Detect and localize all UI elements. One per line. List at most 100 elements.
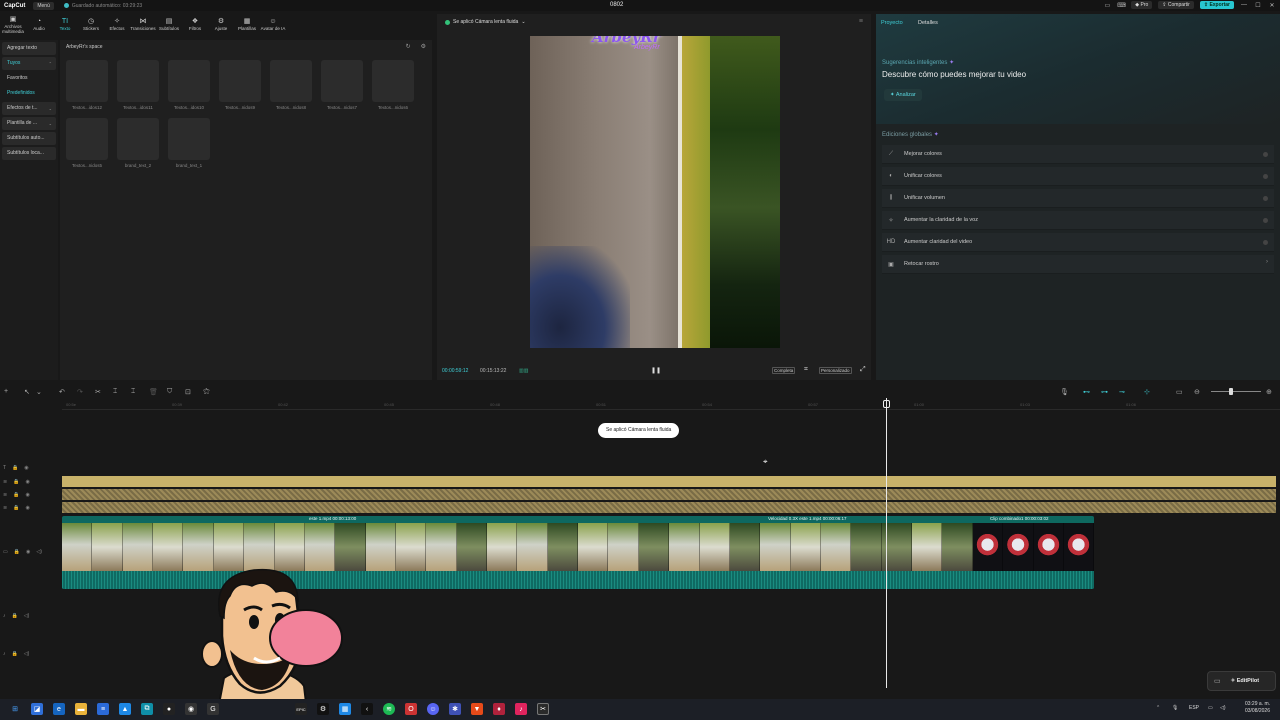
playhead[interactable]: [886, 398, 887, 688]
fullscreen-icon[interactable]: ⤢: [860, 366, 866, 374]
tool-stickers[interactable]: ◷ Stickers: [78, 13, 104, 35]
volume-icon[interactable]: ◁): [1220, 705, 1226, 711]
microphone-icon[interactable]: 🎙: [1060, 388, 1069, 396]
zoom-in-icon[interactable]: ⊕: [1266, 388, 1272, 396]
tab-project[interactable]: Proyecto: [881, 20, 903, 26]
app-icon[interactable]: ♦: [493, 703, 505, 715]
tool-adjust[interactable]: ⚙ Ajuste: [208, 13, 234, 35]
feature-unify-colors[interactable]: ◐ Unificar colores: [882, 167, 1274, 186]
screen-icon[interactable]: ▭: [1176, 388, 1183, 396]
lock-icon[interactable]: 🔒: [14, 549, 20, 555]
speaker-icon[interactable]: ◁): [36, 549, 42, 555]
trim-right-icon[interactable]: ⌶: [131, 388, 135, 396]
effect-track-clip[interactable]: [62, 502, 1276, 513]
maximize-icon[interactable]: ☐: [1254, 2, 1262, 9]
back-icon[interactable]: ‹: [361, 703, 373, 715]
redo-icon[interactable]: ↷: [77, 388, 83, 396]
feature-video-clarity[interactable]: HD Aumentar claridad del video: [882, 233, 1274, 252]
zoom-slider-handle[interactable]: [1229, 388, 1233, 395]
toggle-dot[interactable]: [1263, 174, 1268, 179]
link-clips-icon[interactable]: ⊷: [1083, 388, 1090, 396]
tab-details[interactable]: Detalles: [918, 20, 938, 26]
feature-enhance-colors[interactable]: ⟋ Mejorar colores: [882, 145, 1274, 164]
nav-text-templates[interactable]: Plantilla de ... ⌄: [2, 117, 56, 130]
lock-icon[interactable]: 🔒: [13, 492, 19, 498]
feature-unify-volume[interactable]: ⫼ Unificar volumen: [882, 189, 1274, 208]
time-ruler[interactable]: 00:5e 00:39 00:42 00:45 00:48 00:51 00:5…: [62, 400, 1280, 410]
tool-effects[interactable]: ✧ Efectos: [104, 13, 130, 35]
split-icon[interactable]: ✂: [95, 388, 101, 396]
feature-voice-clarity[interactable]: ✧ Aumentar la claridad de la voz: [882, 211, 1274, 230]
menu-icon[interactable]: ≡: [859, 18, 863, 25]
speaker-icon[interactable]: ◁): [24, 651, 30, 657]
toggle-dot[interactable]: [1263, 240, 1268, 245]
epic-games-icon[interactable]: EPIC: [295, 703, 307, 715]
select-tool-icon[interactable]: ↖: [24, 388, 30, 396]
video-preview[interactable]: ArbeyRr ArbeyRr: [530, 36, 780, 348]
eye-icon[interactable]: ◉: [24, 465, 28, 471]
undo-icon[interactable]: ↶: [59, 388, 65, 396]
tiktok-icon[interactable]: ♪: [515, 703, 527, 715]
obs-icon[interactable]: ◉: [185, 703, 197, 715]
apps-grid-icon[interactable]: ▦: [339, 703, 351, 715]
brave-icon[interactable]: ▼: [471, 703, 483, 715]
pro-button[interactable]: ◆ Pro: [1131, 1, 1153, 9]
opera-icon[interactable]: O: [405, 703, 417, 715]
delete-icon[interactable]: 🗑: [149, 388, 158, 396]
lock-icon[interactable]: 🔒: [13, 505, 19, 511]
text-preset-tile[interactable]: Textos...nidos6: [372, 60, 414, 116]
spotify-icon[interactable]: ≋: [383, 703, 395, 715]
nav-auto-captions[interactable]: Subtítulos auto...: [2, 132, 56, 145]
text-preset-tile[interactable]: Textos...idos12: [66, 60, 108, 116]
layout-icon[interactable]: ▭: [1103, 2, 1111, 9]
tool-subtitles[interactable]: ▤ Subtítulos: [156, 13, 182, 35]
text-preset-tile[interactable]: brand_text_1: [168, 118, 210, 174]
app-icon[interactable]: ✱: [449, 703, 461, 715]
menu-button[interactable]: Menú: [33, 1, 54, 10]
nav-add-text[interactable]: Agregar texto: [2, 42, 56, 55]
chevron-down-icon[interactable]: ⌄: [36, 388, 42, 396]
capcut-active-icon[interactable]: ✂: [537, 703, 549, 715]
freeze-icon[interactable]: ⊡: [185, 388, 191, 396]
photos-icon[interactable]: ▲: [119, 703, 131, 715]
export-button[interactable]: ⇪ Exportar: [1199, 1, 1234, 9]
language-indicator[interactable]: ESP: [1189, 705, 1199, 711]
github-icon[interactable]: ●: [163, 703, 175, 715]
effect-track-clip[interactable]: [62, 489, 1276, 500]
snap-icon[interactable]: ⊸: [1119, 388, 1125, 396]
text-preset-tile[interactable]: Textos...nidos5: [66, 118, 108, 174]
minimize-icon[interactable]: —: [1240, 2, 1248, 8]
toggle-dot[interactable]: [1263, 152, 1268, 157]
discord-icon[interactable]: ☺: [427, 703, 439, 715]
eye-icon[interactable]: ◉: [26, 549, 30, 555]
text-preset-tile[interactable]: Textos...nidos8: [270, 60, 312, 116]
chrome-icon[interactable]: G: [207, 703, 219, 715]
add-icon[interactable]: +: [4, 388, 8, 395]
text-preset-tile[interactable]: Textos...idos11: [117, 60, 159, 116]
editpilot-button[interactable]: ▭ ✧ EditPilot: [1207, 671, 1276, 691]
microphone-icon[interactable]: 🎙: [1172, 705, 1178, 711]
widgets-icon[interactable]: ◪: [31, 703, 43, 715]
tool-media[interactable]: ▣ Archivos multimedia: [0, 13, 26, 35]
notes-icon[interactable]: ≡: [97, 703, 109, 715]
network-icon[interactable]: ▭: [1208, 705, 1213, 711]
chevron-up-icon[interactable]: ⌃: [1156, 705, 1160, 711]
text-preset-tile[interactable]: Textos...nidos7: [321, 60, 363, 116]
capcut-icon[interactable]: ⧉: [141, 703, 153, 715]
magnet-icon[interactable]: ⊶: [1101, 388, 1108, 396]
lock-icon[interactable]: 🔒: [12, 651, 18, 657]
settings-icon[interactable]: ⚙: [421, 43, 426, 50]
speaker-icon[interactable]: ◁): [24, 613, 30, 619]
analyze-button[interactable]: ✦ Analizar: [884, 89, 922, 101]
zoom-slider[interactable]: [1211, 388, 1261, 395]
crop-icon[interactable]: ⌗: [804, 366, 808, 374]
share-button[interactable]: ⇪ Compartir: [1158, 1, 1194, 9]
text-preset-tile[interactable]: Textos...nidos9: [219, 60, 261, 116]
pause-icon[interactable]: ❚❚: [651, 367, 661, 374]
nav-presets[interactable]: Predefinidos: [2, 87, 56, 100]
tool-audio[interactable]: ◔ Audio: [26, 13, 52, 35]
text-preset-tile[interactable]: brand_text_2: [117, 118, 159, 174]
close-icon[interactable]: ✕: [1268, 2, 1276, 9]
nav-yours[interactable]: Tuyos ⌃: [2, 57, 56, 70]
tool-text[interactable]: TI Texto: [52, 13, 78, 35]
